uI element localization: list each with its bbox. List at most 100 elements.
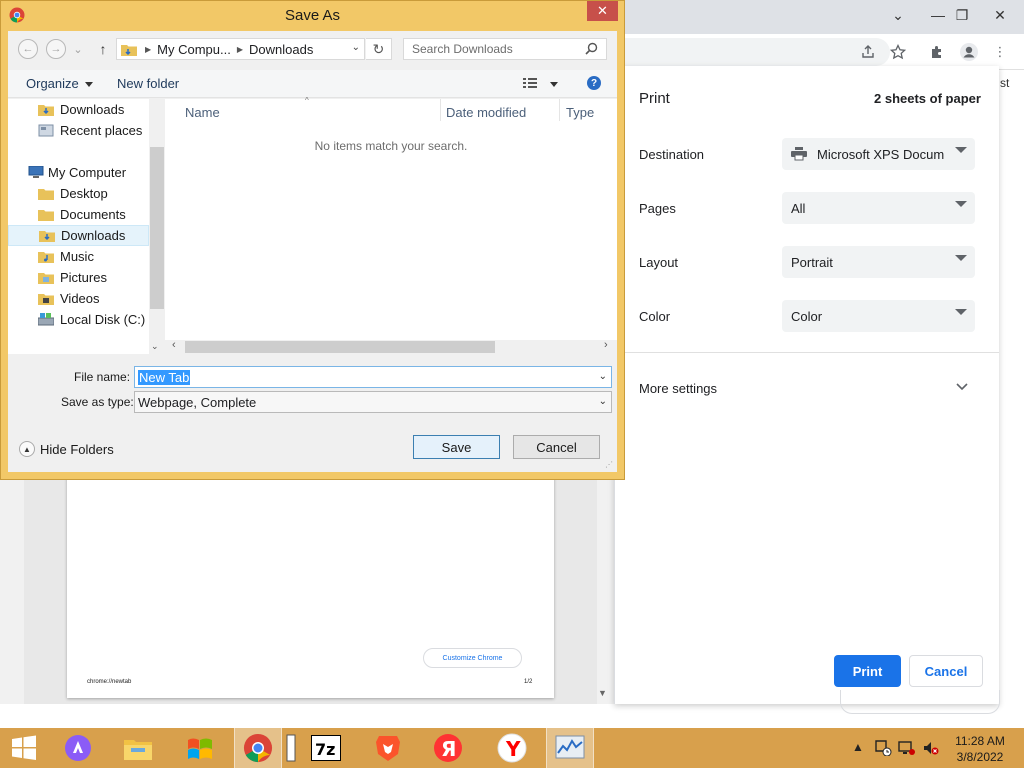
- destination-select[interactable]: Microsoft XPS Docum: [782, 138, 975, 170]
- tree-item-label: Videos: [60, 291, 100, 306]
- column-header-date-modified[interactable]: Date modified: [446, 105, 526, 120]
- chevron-down-icon[interactable]: ⌄: [599, 371, 607, 382]
- show-hidden-icons-icon[interactable]: ▲: [852, 740, 864, 754]
- system-clock[interactable]: 11:28 AM 3/8/2022: [940, 733, 1020, 765]
- caret-down-icon: [84, 82, 93, 88]
- search-placeholder: Search Downloads: [412, 42, 513, 56]
- new-folder-button[interactable]: New folder: [117, 76, 179, 91]
- collapse-up-icon: ▲: [19, 441, 35, 457]
- windows-media-icon[interactable]: [176, 728, 224, 768]
- bookmark-item[interactable]: st: [1000, 76, 1009, 90]
- action-center-icon[interactable]: [874, 740, 892, 759]
- save-as-type-select[interactable]: Webpage, Complete ⌄: [134, 391, 612, 413]
- tree-item-desktop[interactable]: Desktop: [8, 183, 149, 204]
- search-icon: [585, 42, 598, 58]
- tree-item-videos[interactable]: Videos: [8, 288, 149, 309]
- tree-item-pictures[interactable]: Pictures: [8, 267, 149, 288]
- breadcrumb-my-computer[interactable]: My Compu...: [157, 42, 231, 57]
- windows-start-icon[interactable]: [0, 728, 48, 768]
- file-name-input[interactable]: New Tab ⌄: [134, 366, 612, 388]
- yandex-icon[interactable]: Y: [488, 728, 536, 768]
- more-settings-toggle[interactable]: More settings: [639, 381, 717, 396]
- hide-folders-button[interactable]: ▲ Hide Folders: [19, 441, 114, 457]
- yandex-browser-icon[interactable]: Я: [424, 728, 472, 768]
- column-header-name[interactable]: Name: [185, 105, 220, 120]
- tree-item-recent-places[interactable]: Recent places: [8, 120, 149, 141]
- volume-muted-icon[interactable]: [922, 740, 940, 759]
- back-arrow-icon[interactable]: ←: [18, 39, 38, 59]
- pages-label: Pages: [639, 201, 676, 216]
- network-icon[interactable]: [898, 740, 916, 759]
- recent-locations-icon[interactable]: ⌄: [72, 39, 84, 59]
- tree-scrollbar-thumb[interactable]: [150, 147, 164, 309]
- pictures-folder-icon: [38, 271, 54, 284]
- save-button[interactable]: Save: [413, 435, 500, 459]
- scroll-down-arrow-icon[interactable]: ⌄: [151, 341, 159, 352]
- customize-chrome-button: Customize Chrome: [423, 648, 522, 668]
- help-icon[interactable]: ?: [587, 76, 601, 90]
- file-explorer-icon[interactable]: [114, 728, 162, 768]
- tree-item-downloads[interactable]: Downloads: [8, 225, 149, 246]
- cancel-button[interactable]: Cancel: [513, 435, 600, 459]
- alice-assistant-icon[interactable]: [54, 728, 102, 768]
- dialog-close-button[interactable]: ✕: [587, 1, 618, 21]
- chrome-close-button[interactable]: ✕: [980, 0, 1020, 30]
- tree-item-label: Downloads: [61, 228, 126, 243]
- notepad-icon[interactable]: [284, 728, 298, 768]
- forward-arrow-icon[interactable]: →: [46, 39, 66, 59]
- empty-list-message: No items match your search.: [314, 139, 468, 153]
- chrome-tab-search-icon[interactable]: ⌄: [878, 0, 918, 30]
- tree-item-label: Documents: [60, 207, 126, 222]
- chrome-menu-icon[interactable]: ⋮: [988, 40, 1012, 64]
- scroll-right-arrow-icon[interactable]: ›: [604, 339, 608, 351]
- layout-select[interactable]: Portrait: [782, 246, 975, 278]
- tree-item-music[interactable]: Music: [8, 246, 149, 267]
- scroll-left-arrow-icon[interactable]: ‹: [172, 339, 176, 351]
- chevron-down-icon[interactable]: [956, 380, 968, 394]
- color-select[interactable]: Color: [782, 300, 975, 332]
- refresh-icon[interactable]: ↻: [366, 38, 392, 60]
- breadcrumb-downloads[interactable]: Downloads: [249, 42, 313, 57]
- file-name-value: New Tab: [138, 369, 191, 385]
- breadcrumb-separator-icon: ▶: [145, 44, 152, 54]
- tree-item-local-disk[interactable]: Local Disk (C:): [8, 309, 149, 330]
- 7zip-icon[interactable]: 7z: [302, 728, 350, 768]
- up-arrow-icon[interactable]: ↑: [95, 40, 111, 58]
- dialog-title: Save As: [284, 6, 341, 24]
- save-as-type-value: Webpage, Complete: [138, 394, 257, 410]
- brave-browser-icon[interactable]: [364, 728, 412, 768]
- column-divider[interactable]: [440, 99, 441, 121]
- file-list[interactable]: [165, 99, 617, 340]
- pages-value: All: [791, 200, 806, 216]
- tree-item-my-computer[interactable]: My Computer: [8, 162, 149, 183]
- chevron-down-icon[interactable]: ⌄: [352, 42, 360, 53]
- view-dropdown-icon[interactable]: [544, 76, 558, 91]
- resource-monitor-icon[interactable]: [546, 728, 594, 768]
- horizontal-scrollbar-thumb[interactable]: [185, 341, 495, 353]
- profile-avatar-icon[interactable]: [957, 40, 981, 64]
- search-input[interactable]: Search Downloads: [403, 38, 607, 60]
- pages-select[interactable]: All: [782, 192, 975, 224]
- column-header-type[interactable]: Type: [566, 105, 594, 120]
- tree-item-documents[interactable]: Documents: [8, 204, 149, 225]
- view-options-icon[interactable]: [523, 77, 537, 92]
- chrome-taskbar-icon[interactable]: [234, 728, 282, 768]
- organize-menu[interactable]: Organize: [26, 76, 93, 91]
- tree-item-label: Pictures: [60, 270, 107, 285]
- resize-grip-icon[interactable]: ⋰: [605, 460, 613, 469]
- tree-item-downloads-favorite[interactable]: Downloads: [8, 99, 149, 120]
- print-cancel-button[interactable]: Cancel: [909, 655, 983, 687]
- chevron-down-icon[interactable]: ⌄: [599, 396, 607, 407]
- column-divider[interactable]: [559, 99, 560, 121]
- tree-item-label: Music: [60, 249, 94, 264]
- preview-scroll-down-icon[interactable]: ▼: [598, 688, 607, 698]
- share-icon[interactable]: [856, 40, 880, 64]
- extensions-icon[interactable]: [925, 40, 949, 64]
- chrome-restore-button[interactable]: ❐: [942, 0, 982, 30]
- music-folder-icon: [38, 250, 54, 263]
- color-label: Color: [639, 309, 671, 324]
- address-bar[interactable]: [625, 38, 890, 66]
- address-breadcrumb[interactable]: ▶ My Compu... ▶ Downloads ⌄: [116, 38, 365, 60]
- print-button[interactable]: Print: [834, 655, 901, 687]
- bookmark-star-icon[interactable]: [886, 40, 910, 64]
